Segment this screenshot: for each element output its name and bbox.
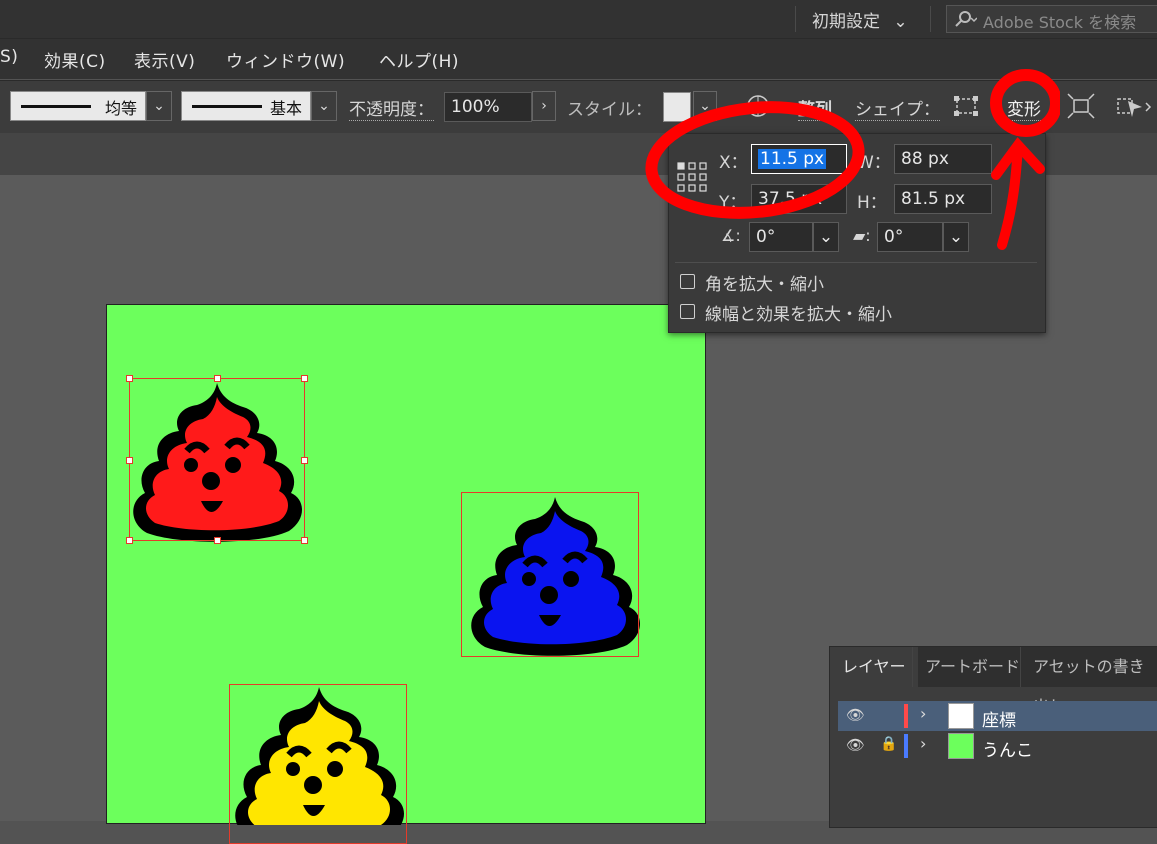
eye-icon[interactable]: 👁: [846, 736, 865, 754]
resize-handle[interactable]: [126, 457, 133, 464]
resize-handle[interactable]: [214, 537, 221, 544]
layer-color-swatch: [904, 704, 908, 728]
opacity-input[interactable]: 100%: [444, 92, 532, 122]
chevron-right-icon[interactable]: ›: [920, 704, 926, 723]
isolate-object-icon[interactable]: [1114, 93, 1154, 119]
chevron-down-icon[interactable]: ⌄: [146, 91, 172, 121]
annotation-arrow: [991, 137, 1045, 250]
resize-handle[interactable]: [126, 375, 133, 382]
layer-row-coordinates[interactable]: 👁 › 座標: [838, 701, 1157, 731]
search-placeholder: Adobe Stock を検索: [983, 13, 1137, 32]
annotation-circle-xy: [645, 101, 865, 219]
chevron-right-icon[interactable]: ›: [532, 91, 556, 121]
workspace-switcher[interactable]: 初期設定 ⌄: [812, 7, 908, 32]
resize-handle[interactable]: [301, 375, 308, 382]
divider: [795, 6, 796, 32]
layer-name: 座標: [982, 711, 1016, 731]
tab-asset-export[interactable]: アセットの書き出し: [1020, 647, 1157, 716]
tab-layers[interactable]: レイヤー: [830, 647, 918, 687]
divider: [930, 6, 931, 32]
stroke-preview: [21, 105, 91, 108]
selection-bounding-box[interactable]: [126, 375, 308, 544]
workspace-label: 初期設定: [812, 12, 880, 32]
resize-handle[interactable]: [301, 537, 308, 544]
menu-item-select[interactable]: S): [0, 47, 18, 67]
layer-thumbnail: [948, 703, 974, 729]
title-bar: 初期設定 ⌄ Adobe Stock を検索: [0, 0, 1157, 38]
annotation-circle-transform: [990, 69, 1060, 137]
search-icon: [955, 11, 977, 27]
annotation-overlay: [645, 69, 1060, 250]
scale-strokes-label: 線幅と効果を拡大・縮小: [705, 305, 892, 325]
scale-strokes-checkbox[interactable]: [680, 304, 695, 319]
scale-corners-label: 角を拡大・縮小: [705, 275, 824, 295]
object-bounds-box: [461, 492, 639, 657]
chevron-right-icon[interactable]: ›: [920, 734, 926, 753]
tab-artboards[interactable]: アートボード: [912, 647, 1032, 687]
layer-row-unko[interactable]: 👁 🔒 › うんこ: [838, 731, 1157, 761]
eye-icon[interactable]: 👁: [846, 706, 865, 724]
resize-handle[interactable]: [214, 375, 221, 382]
chevron-down-icon[interactable]: ⌄: [311, 91, 337, 121]
variable-width-profile[interactable]: 均等: [10, 91, 146, 121]
object-bounds-box: [229, 684, 407, 844]
menu-item-window[interactable]: ウィンドウ(W): [226, 47, 345, 72]
menu-item-help[interactable]: ヘルプ(H): [379, 47, 459, 72]
menu-item-view[interactable]: 表示(V): [134, 47, 195, 72]
scale-corners-checkbox[interactable]: [680, 274, 695, 289]
artboard[interactable]: [106, 304, 706, 844]
brush-label: 基本: [269, 99, 302, 118]
brush-definition[interactable]: 基本: [181, 91, 311, 121]
transform-each-icon[interactable]: [1067, 93, 1095, 119]
stroke-profile-label: 均等: [104, 99, 137, 118]
menu-item-effect[interactable]: 効果(C): [44, 47, 106, 72]
layers-panel: レイヤー アートボード アセットの書き出し 👁 › 座標 👁 🔒 › うんこ: [829, 646, 1157, 828]
brush-preview: [192, 105, 262, 108]
layer-thumbnail: [948, 733, 974, 759]
stock-search-input[interactable]: Adobe Stock を検索: [946, 5, 1157, 33]
opacity-label[interactable]: 不透明度：: [349, 95, 434, 121]
lock-icon[interactable]: 🔒: [880, 736, 897, 752]
chevron-down-icon: ⌄: [893, 12, 908, 32]
resize-handle[interactable]: [301, 457, 308, 464]
layer-name: うんこ: [982, 741, 1033, 761]
resize-handle[interactable]: [126, 537, 133, 544]
layer-color-swatch: [904, 734, 908, 758]
